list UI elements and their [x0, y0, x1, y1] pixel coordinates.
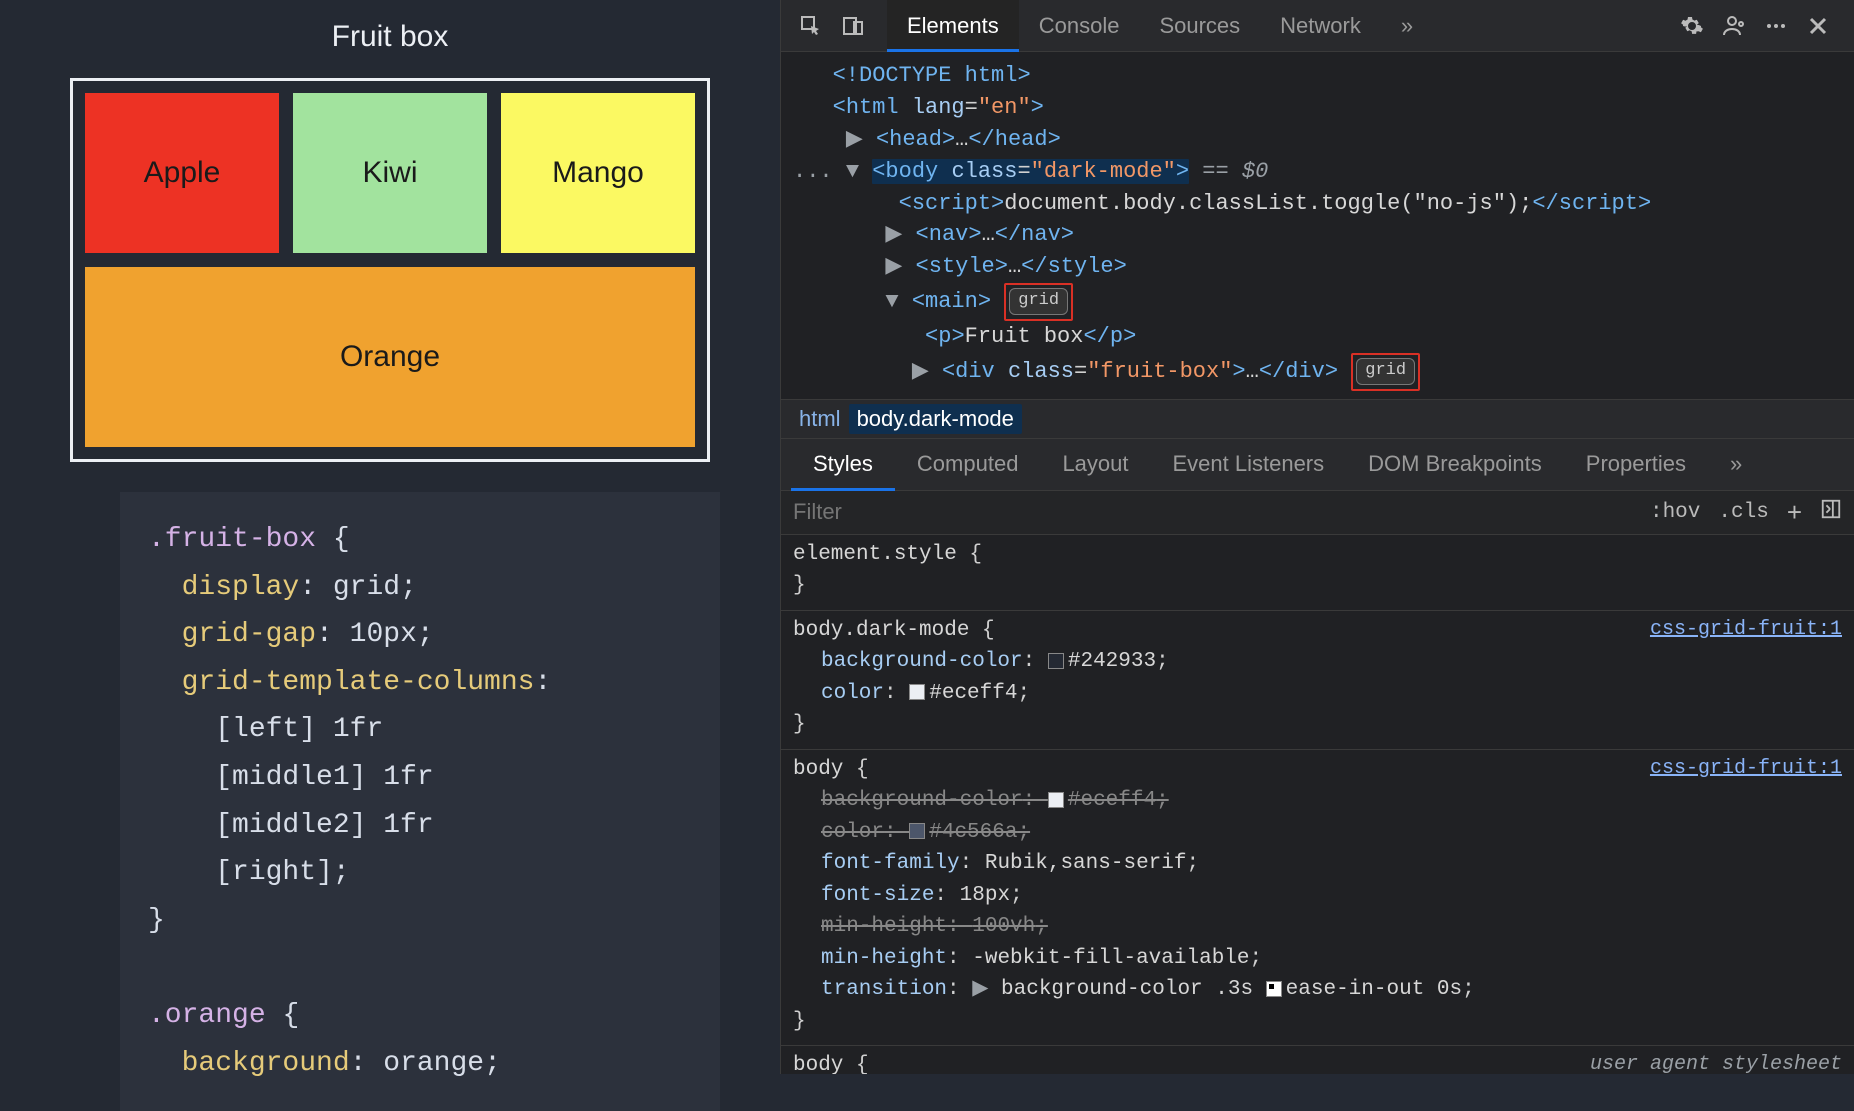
dom-tree[interactable]: <!DOCTYPE html> <html lang="en"> ▶ <head… — [781, 52, 1854, 399]
kebab-menu-icon[interactable] — [1758, 8, 1794, 44]
tab-sources[interactable]: Sources — [1139, 0, 1260, 51]
page-title: Fruit box — [0, 20, 780, 54]
tab-more[interactable]: » — [1381, 0, 1433, 51]
rule-source-link[interactable]: css-grid-fruit:1 — [1650, 754, 1842, 784]
styles-filter-bar: :hov .cls + — [781, 491, 1854, 535]
rule-ua-source: user agent stylesheet — [1590, 1050, 1842, 1074]
account-icon[interactable] — [1716, 8, 1752, 44]
subtab-more[interactable]: » — [1708, 439, 1764, 490]
fruit-box-grid: Apple Kiwi Mango Orange — [70, 78, 710, 462]
devtools-main-tabs: Elements Console Sources Network » — [887, 0, 1433, 51]
device-toggle-icon[interactable] — [835, 8, 871, 44]
color-swatch-icon[interactable] — [1048, 653, 1064, 669]
subtab-layout[interactable]: Layout — [1040, 439, 1150, 490]
tab-console[interactable]: Console — [1019, 0, 1140, 51]
rule-body[interactable]: css-grid-fruit:1 body { background-color… — [781, 750, 1854, 1047]
cls-toggle[interactable]: .cls — [1718, 501, 1768, 524]
css-code-block: .fruit-box { display: grid; grid-gap: 10… — [120, 492, 720, 1111]
dom-breadcrumb: html body.dark-mode — [781, 399, 1854, 439]
grid-badge-fruitbox[interactable]: grid — [1351, 353, 1420, 391]
styles-rules[interactable]: element.style {} css-grid-fruit:1 body.d… — [781, 535, 1854, 1074]
subtab-styles[interactable]: Styles — [791, 439, 895, 490]
breadcrumb-html[interactable]: html — [791, 404, 849, 434]
styles-filter-input[interactable] — [793, 499, 1632, 525]
fruit-apple: Apple — [85, 93, 279, 253]
subtab-properties[interactable]: Properties — [1564, 439, 1708, 490]
grid-badge-main[interactable]: grid — [1004, 283, 1073, 321]
rule-body-dark-mode[interactable]: css-grid-fruit:1 body.dark-mode { backgr… — [781, 611, 1854, 750]
color-swatch-icon[interactable] — [1048, 792, 1064, 808]
breadcrumb-body[interactable]: body.dark-mode — [849, 404, 1022, 434]
computed-panel-toggle-icon[interactable] — [1820, 498, 1842, 526]
devtools-panel: Elements Console Sources Network » <!DOC… — [780, 0, 1854, 1074]
color-swatch-icon[interactable] — [909, 823, 925, 839]
subtab-computed[interactable]: Computed — [895, 439, 1041, 490]
fruit-mango: Mango — [501, 93, 695, 253]
new-style-rule-icon[interactable]: + — [1787, 497, 1802, 528]
devtools-toolbar: Elements Console Sources Network » — [781, 0, 1854, 52]
close-devtools-icon[interactable] — [1800, 8, 1836, 44]
fruit-kiwi: Kiwi — [293, 93, 487, 253]
styles-subtabs: Styles Computed Layout Event Listeners D… — [781, 439, 1854, 491]
settings-gear-icon[interactable] — [1674, 8, 1710, 44]
rule-element-style[interactable]: element.style {} — [781, 535, 1854, 611]
rule-body-ua[interactable]: user agent stylesheet body { — [781, 1046, 1854, 1074]
rule-source-link[interactable]: css-grid-fruit:1 — [1650, 615, 1842, 645]
tab-network[interactable]: Network — [1260, 0, 1381, 51]
inspect-element-icon[interactable] — [793, 8, 829, 44]
hov-toggle[interactable]: :hov — [1650, 501, 1700, 524]
tab-elements[interactable]: Elements — [887, 0, 1019, 51]
subtab-dom-breakpoints[interactable]: DOM Breakpoints — [1346, 439, 1564, 490]
page-preview: Fruit box Apple Kiwi Mango Orange .fruit… — [0, 0, 780, 1074]
fruit-orange: Orange — [85, 267, 695, 447]
color-swatch-icon[interactable] — [909, 684, 925, 700]
bezier-swatch-icon[interactable] — [1266, 981, 1282, 997]
subtab-event-listeners[interactable]: Event Listeners — [1151, 439, 1347, 490]
